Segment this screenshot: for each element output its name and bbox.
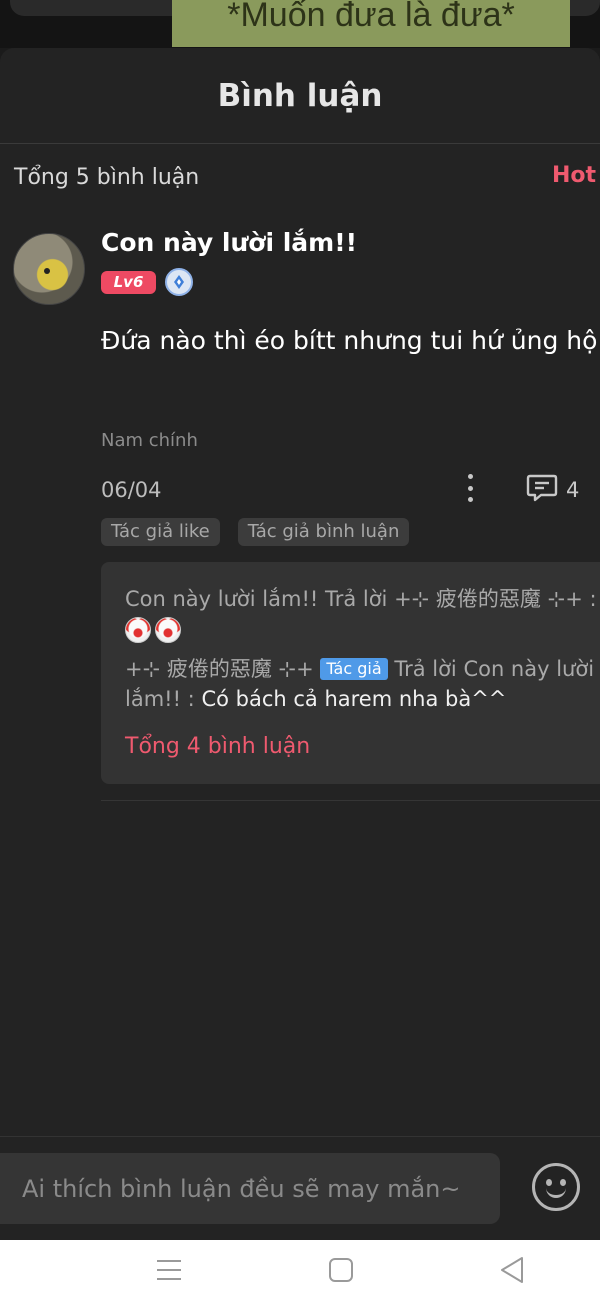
total-comments-label: Tổng 5 bình luận	[14, 165, 200, 190]
view-all-replies-link[interactable]: Tổng 4 bình luận	[125, 734, 310, 759]
comment-tag: Nam chính	[101, 430, 198, 451]
comment-input-bar	[0, 1136, 600, 1240]
home-square-icon[interactable]	[325, 1254, 357, 1286]
comment-content: Đứa nào thì éo bítt nhưng tui hứ ủng hộ	[101, 326, 600, 357]
system-navigation-bar	[0, 1240, 600, 1301]
reply-2-author: +⊹ 疲倦的惡魔 ⊹+	[125, 657, 314, 681]
background-banner: *Muốn đưa là đưa*	[172, 0, 570, 47]
chip-author-reply: Tác giả bình luận	[237, 518, 410, 546]
comment-text: Đứa nào thì éo bítt nhưng tui hứ ủng hộ	[101, 326, 598, 355]
menu-icon[interactable]	[153, 1254, 185, 1286]
avatar[interactable]	[13, 233, 85, 305]
vip-diamond-icon	[165, 268, 193, 296]
background-content: *Muốn đưa là đưa*	[0, 0, 600, 48]
comments-sheet: Bình luận Tổng 5 bình luận Hot Con này l…	[0, 48, 600, 1240]
chip-author-like: Tác giả like	[101, 518, 220, 546]
reply-1-text: Con này lười lắm!! Trả lời +⊹ 疲倦的惡魔 ⊹+ :	[125, 587, 597, 611]
comments-summary: Tổng 5 bình luận Hot	[0, 145, 600, 211]
smiley-icon[interactable]	[532, 1163, 580, 1211]
divider	[101, 800, 600, 801]
level-badge: Lv6	[101, 271, 156, 294]
sort-hot-button[interactable]: Hot	[552, 163, 596, 188]
comment-username[interactable]: Con này lười lắm!!	[101, 228, 357, 257]
comment-date: 06/04	[101, 478, 162, 502]
replies-preview[interactable]: Con này lười lắm!! Trả lời +⊹ 疲倦的惡魔 ⊹+ :…	[101, 562, 600, 784]
comment-input[interactable]	[0, 1153, 500, 1224]
chip-row: Tác giả like Tác giả bình luận	[101, 518, 410, 546]
reply-line-2[interactable]: +⊹ 疲倦的惡魔 ⊹+ Tác giả Trả lời Con này lười…	[125, 654, 600, 714]
reply-2-text: Có bách cả harem nha bà^^	[201, 687, 507, 711]
more-vertical-icon[interactable]	[459, 472, 481, 504]
reply-count[interactable]: 4	[566, 478, 579, 502]
reply-line-1[interactable]: Con này lười lắm!! Trả lời +⊹ 疲倦的惡魔 ⊹+ :	[125, 584, 600, 644]
sheet-title: Bình luận	[0, 48, 600, 144]
clown-emoji-icon	[155, 617, 181, 643]
author-badge: Tác giả	[320, 658, 388, 680]
clown-emoji-icon	[125, 617, 151, 643]
back-triangle-icon[interactable]	[496, 1254, 528, 1286]
comment-icon[interactable]	[526, 473, 558, 503]
